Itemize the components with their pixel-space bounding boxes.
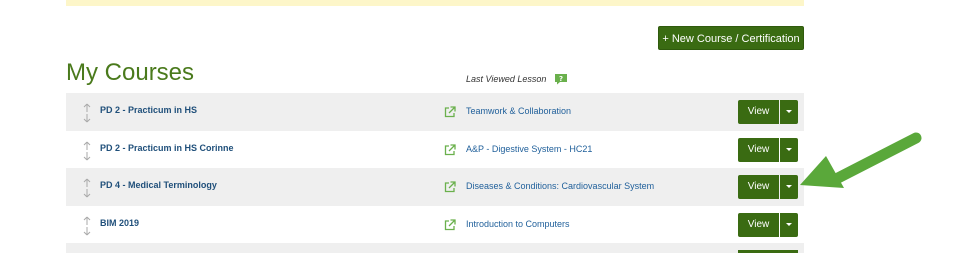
course-row: BIM 2019 Introduction to Computers View	[66, 206, 804, 244]
svg-text:?: ?	[559, 75, 563, 83]
view-button-group: View	[738, 137, 798, 162]
notice-banner	[66, 0, 804, 6]
question-bubble-icon[interactable]: ?	[554, 73, 568, 85]
annotation-arrow-icon	[800, 132, 922, 188]
last-viewed-lesson-link[interactable]: A&P - Digestive System - HC21	[466, 144, 592, 154]
course-name[interactable]: BIM 2019	[100, 218, 139, 228]
last-viewed-header: Last Viewed Lesson ?	[466, 73, 568, 85]
drag-handle-icon[interactable]	[82, 178, 92, 198]
view-button-group: View	[738, 175, 798, 199]
view-button[interactable]: View	[738, 100, 779, 124]
page-title: My Courses	[66, 59, 195, 86]
last-viewed-lesson-link[interactable]: Introduction to Computers	[466, 219, 570, 229]
course-list: PD 2 - Practicum in HS Teamwork & Collab…	[66, 93, 804, 243]
course-row: PD 2 - Practicum in HS Corinne A&P - Dig…	[66, 131, 804, 169]
course-row-partial	[66, 243, 804, 253]
view-button[interactable]: View	[738, 137, 779, 162]
new-course-button[interactable]: + New Course / Certification	[658, 26, 804, 50]
course-name[interactable]: PD 2 - Practicum in HS	[100, 105, 197, 115]
course-row: PD 2 - Practicum in HS Teamwork & Collab…	[66, 93, 804, 131]
external-link-icon[interactable]	[444, 181, 456, 193]
last-viewed-lesson-link[interactable]: Diseases & Conditions: Cardiovascular Sy…	[466, 181, 654, 191]
course-name[interactable]: PD 2 - Practicum in HS Corinne	[100, 143, 234, 153]
dropdown-caret-button[interactable]	[780, 212, 798, 237]
page: + New Course / Certification My Courses …	[0, 0, 978, 253]
drag-handle-icon[interactable]	[82, 216, 92, 236]
view-button-group: View	[738, 100, 798, 124]
drag-handle-icon[interactable]	[82, 103, 92, 123]
external-link-icon[interactable]	[444, 218, 456, 231]
external-link-icon[interactable]	[444, 143, 456, 156]
last-viewed-lesson-link[interactable]: Teamwork & Collaboration	[466, 106, 571, 116]
external-link-icon[interactable]	[444, 106, 456, 118]
drag-handle-icon[interactable]	[82, 141, 92, 161]
course-row: PD 4 - Medical Terminology Diseases & Co…	[66, 168, 804, 206]
view-button[interactable]: View	[738, 175, 779, 199]
view-button[interactable]: View	[738, 212, 779, 237]
dropdown-caret-button[interactable]	[780, 100, 798, 124]
view-button-group: View	[738, 212, 798, 237]
course-name[interactable]: PD 4 - Medical Terminology	[100, 180, 217, 190]
last-viewed-label: Last Viewed Lesson	[466, 74, 547, 84]
